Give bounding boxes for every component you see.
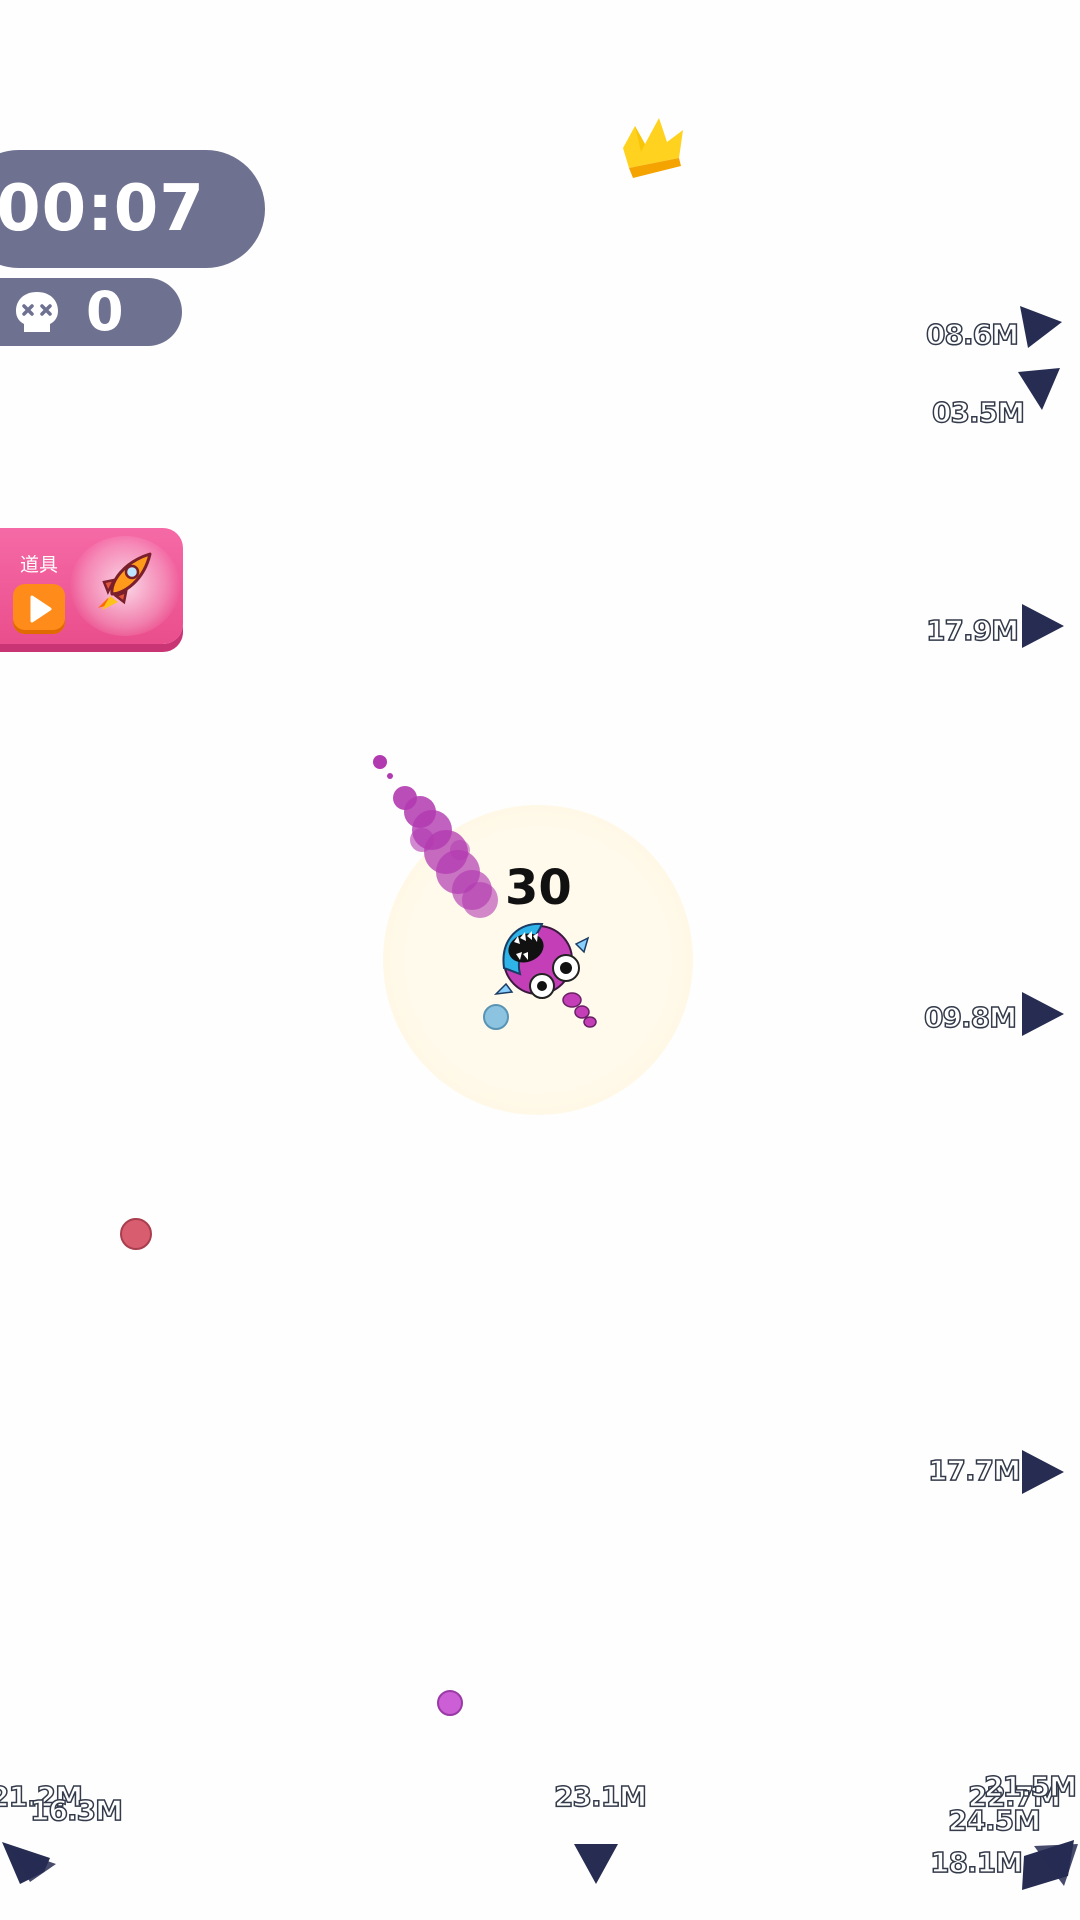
food-pellet [437,1690,463,1716]
kill-counter-panel: 0 [0,278,182,346]
powerup-ad-button[interactable]: 道具 [0,528,183,644]
distance-label: 17.9M [925,613,1019,648]
offscreen-arrow-icon [1022,992,1064,1036]
food-pellet [483,1004,509,1030]
distance-label: 03.5M [931,395,1025,430]
game-canvas[interactable]: 00:07 0 道具 08.6M 03.5M 17.9M 09.8M 17.7M… [0,0,1080,1920]
distance-label: 17.7M [927,1453,1021,1488]
distance-marker: 23.1M [553,1772,694,1822]
food-pellet [120,1218,152,1250]
offscreen-arrow-icon [2,1842,56,1884]
distance-marker: 21.5M [983,1762,1080,1812]
offscreen-arrow-icon [1022,1840,1078,1890]
offscreen-arrow-icon [1022,604,1064,648]
distance-label: 18.1M [929,1845,1023,1880]
offscreen-arrow-icon [574,1844,618,1884]
timer-text: 00:07 [0,172,205,246]
rocket-icon [98,552,152,610]
crown-icon [623,118,683,178]
distance-label: 08.6M [925,317,1019,352]
skull-icon [16,292,58,332]
offscreen-arrow-icon [1020,306,1062,348]
offscreen-arrow-icon [1022,1450,1064,1494]
timer-panel: 00:07 [0,150,265,268]
distance-label: 09.8M [923,1000,1017,1035]
play-icon[interactable] [13,584,65,634]
offscreen-arrow-icon [1018,368,1060,410]
distance-label: 21.5M [983,1769,1077,1804]
distance-label: 23.1M [553,1779,647,1814]
powerup-label: 道具 [20,554,59,576]
kill-count: 0 [86,280,124,343]
distance-label: 16.3M [29,1793,123,1828]
distance-marker: 16.3M [29,1786,170,1836]
